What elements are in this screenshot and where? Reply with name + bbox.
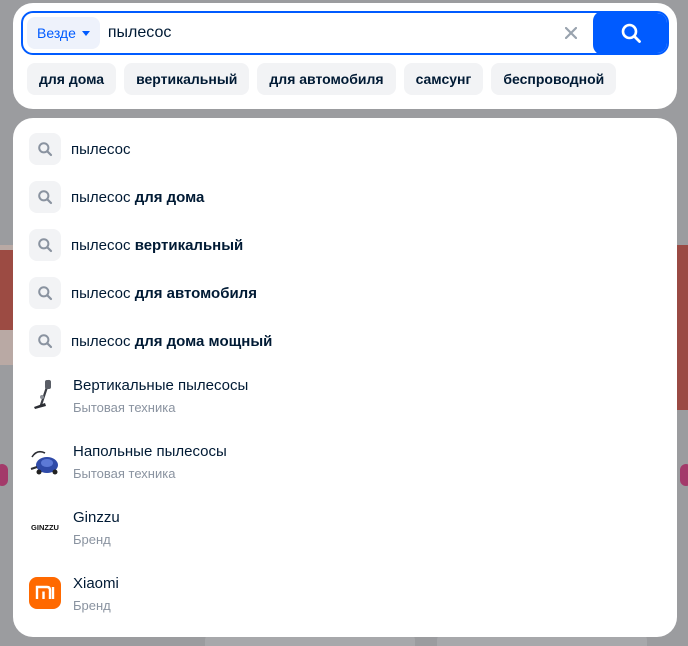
category-suggestion[interactable]: Напольные пылесосы Бытовая техника [29, 442, 227, 483]
search-scope-label: Везде [37, 25, 76, 41]
background-badge-right [680, 464, 688, 486]
query-suggestion-label: пылесос вертикальный [71, 236, 244, 254]
query-suggestion-label: пылесос для дома [71, 188, 205, 206]
search-icon [621, 23, 641, 43]
chip-besprovodnoy[interactable]: беспроводной [491, 63, 617, 95]
background-badge-left [0, 464, 8, 486]
search-input[interactable] [99, 13, 559, 53]
query-suggestion[interactable]: пылесос вертикальный [29, 229, 243, 261]
query-suggestion-label: пылесос [71, 140, 131, 158]
chevron-down-icon [81, 30, 90, 36]
ginzzu-logo-text: GINZZU [31, 523, 59, 532]
search-icon [29, 133, 61, 165]
query-suggestion-label: пылесос для дома мощный [71, 332, 273, 350]
search-icon [29, 229, 61, 261]
chip-samsung[interactable]: самсунг [403, 63, 484, 95]
refinement-chips: для дома вертикальный для автомобиля сам… [27, 63, 617, 95]
brand-subtitle: Бренд [73, 598, 111, 613]
search-icon [29, 325, 61, 357]
query-suggestion[interactable]: пылесос для дома [29, 181, 204, 213]
category-subtitle: Бытовая техника [73, 400, 176, 415]
search-scope-select[interactable]: Везде [27, 17, 100, 49]
brand-suggestion[interactable]: GINZZU Ginzzu Бренд [29, 508, 120, 549]
close-icon [565, 27, 577, 39]
chip-vertikalnyy[interactable]: вертикальный [124, 63, 250, 95]
search-button[interactable] [593, 13, 667, 53]
background-product-banner-left [0, 250, 14, 330]
brand-suggestion[interactable]: Xiaomi Бренд [29, 574, 119, 615]
ginzzu-logo: GINZZU [29, 511, 61, 543]
query-suggestion[interactable]: пылесос для дома мощный [29, 325, 272, 357]
search-icon [29, 181, 61, 213]
category-subtitle: Бытовая техника [73, 466, 176, 481]
suggestions-dropdown: пылесос пылесос для дома пылесос вертика… [13, 118, 677, 637]
query-suggestion[interactable]: пылесос для автомобиля [29, 277, 257, 309]
xiaomi-logo [29, 577, 61, 609]
clear-search-button[interactable] [559, 21, 583, 45]
query-suggestion[interactable]: пылесос [29, 133, 131, 165]
brand-subtitle: Бренд [73, 532, 111, 547]
brand-title: Ginzzu [73, 509, 120, 526]
stick-vacuum-icon [29, 379, 61, 411]
search-icon [29, 277, 61, 309]
category-title: Вертикальные пылесосы [73, 377, 249, 394]
brand-title: Xiaomi [73, 575, 119, 592]
chip-dlya-doma[interactable]: для дома [27, 63, 117, 95]
background-product-image-right [676, 245, 688, 410]
category-title: Напольные пылесосы [73, 443, 227, 460]
canister-vacuum-icon [29, 445, 61, 477]
search-bar: Везде [21, 11, 669, 55]
chip-dlya-avtomobilya[interactable]: для автомобиля [257, 63, 396, 95]
query-suggestion-label: пылесос для автомобиля [71, 284, 257, 302]
search-panel: Везде для дома вертикальный для автомоби… [13, 3, 677, 109]
category-suggestion[interactable]: Вертикальные пылесосы Бытовая техника [29, 376, 248, 417]
